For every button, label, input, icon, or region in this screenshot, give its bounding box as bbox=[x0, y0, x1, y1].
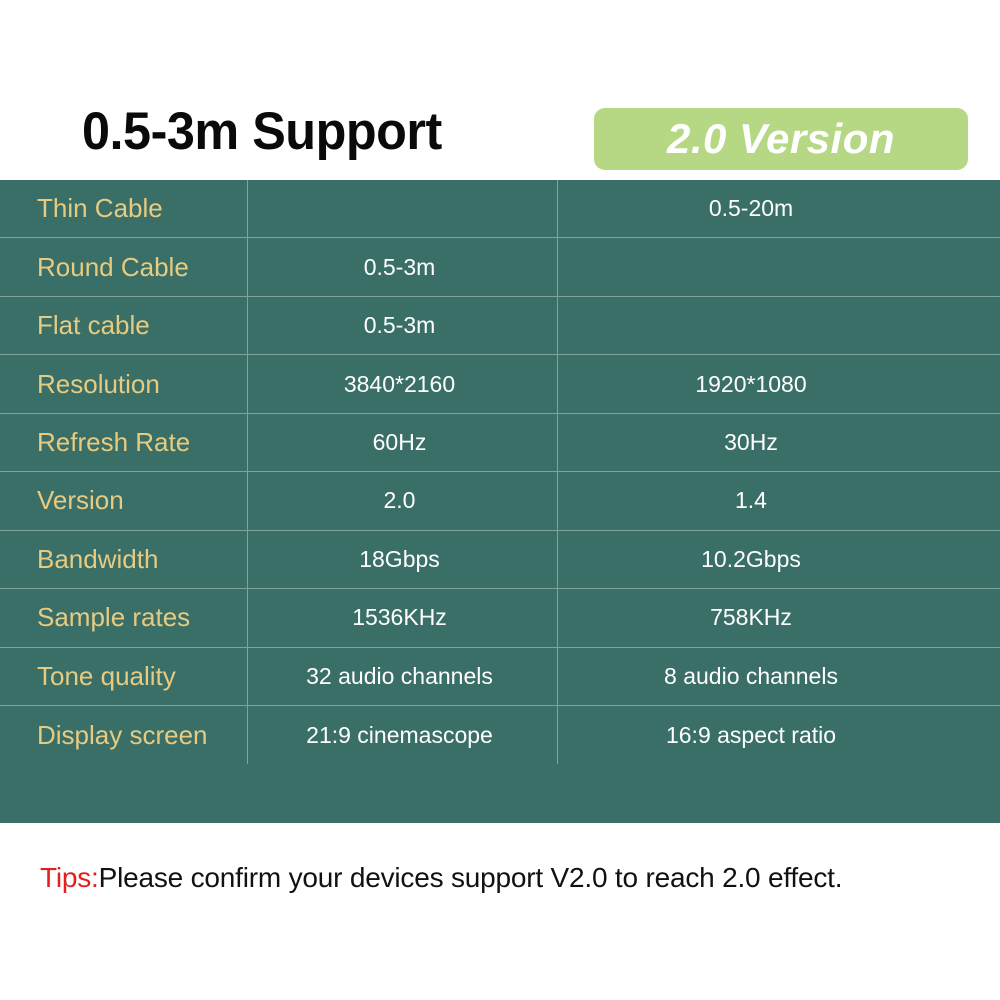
cell-version-2: 21:9 cinemascope bbox=[248, 705, 558, 765]
tips-prefix-label: Tips: bbox=[40, 862, 99, 893]
table-row: Version 2.0 1.4 bbox=[0, 472, 1000, 531]
specification-table: Thin Cable 0.5-20m Round Cable 0.5-3m Flat c… bbox=[0, 180, 1000, 823]
cell-version-1-4: 1920*1080 bbox=[695, 370, 807, 397]
cell-version-2: 2.0 bbox=[248, 472, 558, 530]
table-row: Refresh Rate 60Hz 30Hz bbox=[0, 413, 1000, 473]
table-row: Sample rates 1536KHz 758KHz bbox=[0, 589, 1000, 648]
tips-note: Tips:Please confirm your devices support… bbox=[40, 862, 980, 894]
cell-version-1-4: 758KHz bbox=[710, 604, 792, 631]
cell-version-2: 32 audio channels bbox=[248, 647, 558, 705]
cell-version-1-4: 0.5-20m bbox=[708, 195, 794, 222]
header-banner: 0.5-3m Support 2.0 Version bbox=[0, 0, 1000, 180]
cell-version-2: 60Hz bbox=[248, 413, 558, 472]
tips-body-text: Please confirm your devices support V2.0… bbox=[98, 862, 843, 893]
cell-version-1-4 bbox=[558, 238, 1000, 295]
page-title: 0.5-3m Support bbox=[82, 102, 442, 161]
cell-version-2: 3840*2160 bbox=[248, 355, 558, 413]
table-row: Resolution 3840*2160 1920*1080 bbox=[0, 355, 1000, 414]
cell-version-2: 0.5-3m bbox=[248, 238, 558, 296]
table-row: Round Cable 0.5-3m bbox=[0, 238, 1000, 297]
row-label: Resolution bbox=[0, 355, 248, 413]
row-label: Display screen bbox=[0, 705, 248, 765]
cell-version-1-4: 8 audio channels bbox=[664, 662, 838, 689]
row-label: Thin Cable bbox=[0, 180, 248, 238]
cell-version-1-4: 1.4 bbox=[735, 487, 767, 514]
table-row: Flat cable 0.5-3m bbox=[0, 296, 1000, 356]
row-label: Refresh Rate bbox=[0, 413, 248, 472]
version-badge: 2.0 Version bbox=[594, 108, 968, 170]
cell-version-2 bbox=[248, 180, 558, 238]
table-row: Bandwidth 18Gbps 10.2Gbps bbox=[0, 530, 1000, 590]
row-label: Round Cable bbox=[0, 238, 248, 296]
version-badge-label: 2.0 Version bbox=[666, 115, 896, 162]
row-label: Tone quality bbox=[0, 647, 248, 705]
cell-version-2: 18Gbps bbox=[248, 530, 558, 589]
cell-version-1-4: 10.2Gbps bbox=[701, 545, 801, 572]
cell-version-1-4: 30Hz bbox=[724, 428, 778, 455]
cell-version-1-4: 16:9 aspect ratio bbox=[665, 721, 837, 748]
row-label: Bandwidth bbox=[0, 530, 248, 589]
row-label: Flat cable bbox=[0, 296, 248, 355]
cell-version-2: 1536KHz bbox=[248, 589, 558, 647]
row-label: Sample rates bbox=[0, 589, 248, 647]
cell-version-2: 0.5-3m bbox=[248, 296, 558, 355]
table-row: Thin Cable 0.5-20m bbox=[0, 180, 1000, 239]
table-row: Display screen 21:9 cinemascope 16:9 aspec… bbox=[0, 705, 1000, 765]
row-label: Version bbox=[0, 472, 248, 530]
cell-version-1-4 bbox=[558, 297, 1000, 354]
table-row: Tone quality 32 audio channels 8 audio cha… bbox=[0, 647, 1000, 706]
